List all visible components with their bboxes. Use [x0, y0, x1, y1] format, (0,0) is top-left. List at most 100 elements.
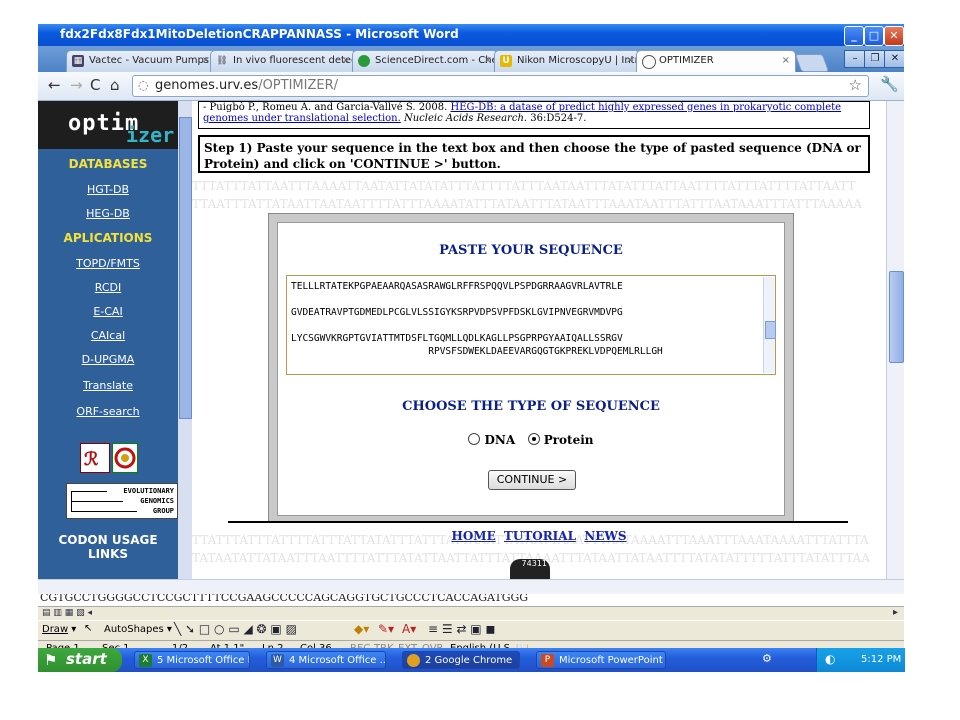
task-powerpoint[interactable]: P Microsoft PowerPoint ... [536, 651, 666, 669]
select-arrow-icon[interactable]: ↖ [84, 623, 92, 634]
draw-menu[interactable]: Draw ▾ [42, 624, 76, 635]
maximize-button[interactable]: □ [864, 26, 884, 46]
tab-strip: ▦ Vactec - Vacuum Pumps × ⛓ In vivo fluo… [38, 46, 904, 72]
chrome-close-button[interactable]: ✕ [884, 50, 904, 68]
sidebar-item-translate[interactable]: Translate [38, 379, 178, 392]
background-pattern: TTTATTTATTAATTTAAAATTAATATTATATATTTATTTT… [192, 179, 856, 193]
tab-in-vivo[interactable]: ⛓ In vivo fluorescent detect × [210, 50, 356, 72]
sidebar-scroll-thumb[interactable] [179, 117, 192, 419]
page-horizontal-scrollbar[interactable] [38, 579, 904, 595]
tab-nikon[interactable]: U Nikon MicroscopyU | Intro × [494, 50, 640, 72]
page-scrollbar[interactable] [886, 101, 904, 579]
sequence-type-options: DNA Protein [278, 433, 784, 447]
sidebar-item-d-upgma[interactable]: D-UPGMA [38, 353, 178, 366]
sidebar-links[interactable]: LINKS [38, 547, 178, 561]
sidebar-item-topd-fmts[interactable]: TOPD/FMTS [38, 257, 178, 270]
task-label: Microsoft PowerPoint ... [559, 655, 666, 666]
fill-color-icon[interactable]: ◆▾ [354, 622, 369, 636]
sidebar-item-heg-db[interactable]: HEG-DB [38, 207, 178, 220]
autoshapes-menu[interactable]: AutoShapes ▾ [104, 624, 172, 635]
evo-logo-line1: EVOLUTIONARY [123, 487, 174, 495]
chrome-window: ▦ Vactec - Vacuum Pumps × ⛓ In vivo fluo… [38, 46, 904, 595]
powerpoint-icon: P [541, 654, 554, 667]
dbb-logo[interactable] [112, 443, 138, 473]
close-tab-icon[interactable]: × [202, 55, 210, 66]
sidebar-codon-usage[interactable]: CODON USAGE [38, 533, 178, 547]
notification-icon[interactable]: ⚙ [762, 652, 772, 665]
clock: 5:12 PM [861, 654, 902, 665]
sidebar-item-hgt-db[interactable]: HGT-DB [38, 183, 178, 196]
footer-tutorial-link[interactable]: TUTORIAL [504, 529, 576, 543]
svg-text:ℛ: ℛ [84, 449, 99, 470]
sequence-panel-inner: PASTE YOUR SEQUENCE TELLLRTATEKPGPAEAARQ… [277, 222, 785, 516]
globe-icon [358, 55, 370, 67]
shape-tools-icon[interactable]: ╲ ➘ □ ○ ▭ ◢ ❂ ▣ ▨ [174, 622, 297, 636]
protein-radio[interactable] [527, 433, 540, 445]
task-chrome[interactable]: 2 Google Chrome [402, 651, 520, 669]
page-viewport: optim izer DATABASES HGT-DB HEG-DB APLIC… [38, 101, 886, 579]
tab-optimizer[interactable]: OPTIMIZER × [636, 50, 796, 72]
dbb-logo-icon [114, 447, 136, 469]
dna-radio[interactable] [468, 433, 481, 445]
start-button[interactable]: ⚑ start [38, 648, 122, 672]
sidebar-item-rcdi[interactable]: RCDI [38, 281, 178, 294]
footer-home-link[interactable]: HOME [452, 529, 496, 543]
chrome-restore-button[interactable]: ❐ [864, 50, 886, 68]
close-tab-icon[interactable]: × [782, 55, 790, 66]
sidebar-item-e-cai[interactable]: E-CAI [38, 305, 178, 318]
step-instructions: Step 1) Paste your sequence in the text … [198, 135, 870, 173]
start-label: start [66, 650, 107, 668]
windows-flag-icon: ⚑ [44, 651, 58, 669]
close-button[interactable]: ✕ [884, 26, 904, 46]
sidebar-scrollbar[interactable] [178, 101, 192, 579]
task-excel[interactable]: X 5 Microsoft Office E... [134, 651, 250, 669]
view-buttons-icon[interactable]: ▤ ▥ ▦ ▧ ◂ [42, 608, 92, 618]
word-horizontal-scrollbar[interactable]: ▤ ▥ ▦ ▧ ◂ ▸ [38, 606, 904, 621]
close-tab-icon[interactable]: × [342, 55, 350, 66]
task-label: 4 Microsoft Office ... [289, 655, 386, 666]
visit-counter: 74311 [510, 559, 550, 579]
home-icon[interactable]: ⌂ [110, 76, 120, 94]
reference-box: - Puigbò P., Romeu A. and Garcia-Vallvé … [198, 101, 870, 129]
page-scroll-thumb[interactable] [889, 271, 904, 363]
chrome-icon [407, 654, 420, 667]
scroll-right-icon[interactable]: ▸ [893, 607, 898, 618]
footer-divider [228, 521, 848, 523]
wrench-icon[interactable]: 🔧 [880, 75, 899, 93]
continue-button[interactable]: CONTINUE > [488, 470, 576, 490]
optimizer-logo: optim izer [38, 101, 178, 149]
sequence-scrollbar[interactable] [763, 277, 776, 373]
address-bar[interactable]: ◌ genomes.urv.es/OPTIMIZER/ ☆ [132, 75, 869, 97]
choose-title: CHOOSE THE TYPE OF SEQUENCE [402, 399, 660, 414]
task-word[interactable]: W 4 Microsoft Office ... [266, 651, 386, 669]
evo-genomics-logo[interactable]: EVOLUTIONARY GENOMICS GROUP [66, 483, 178, 519]
close-tab-icon[interactable]: × [626, 55, 634, 66]
reference-journal: Nucleic Acids Research. [403, 113, 528, 124]
line-color-icon[interactable]: ✎▾ [378, 622, 394, 636]
paste-title: PASTE YOUR SEQUENCE [439, 243, 623, 258]
tab-sciencedirect[interactable]: ScienceDirect.com - Chem × [352, 50, 498, 72]
star-icon[interactable]: ☆ [849, 76, 862, 94]
footer-news-link[interactable]: NEWS [584, 529, 626, 543]
font-color-icon[interactable]: A▾ [402, 622, 416, 636]
word-document-text[interactable]: CGTGCCTGGGGCCTCCGCTTTTCCGAAGCCCCCAGCAGGT… [38, 594, 904, 606]
sidebar-item-orf-search[interactable]: ORF-search [38, 405, 178, 418]
minimize-button[interactable]: _ [844, 26, 864, 46]
reload-icon[interactable]: C [90, 76, 100, 94]
sequence-textarea[interactable]: TELLLRTATEKPGPAEAARQASASRAWGLRFFRSPQQVLP… [286, 275, 776, 375]
volume-icon[interactable]: ◐ [825, 652, 835, 666]
forward-icon[interactable]: → [70, 76, 83, 94]
line-style-icons[interactable]: ≡ ☰ ⇄ ▣ ◼ [428, 622, 495, 636]
tab-vactec[interactable]: ▦ Vactec - Vacuum Pumps × [66, 50, 216, 72]
lab-logo[interactable]: ℛ [80, 443, 110, 473]
back-icon[interactable]: ← [48, 76, 61, 94]
sidebar-item-caical[interactable]: CAIcal [38, 329, 178, 342]
task-label: 2 Google Chrome [425, 655, 513, 666]
sequence-text: TELLLRTATEKPGPAEAARQASASRAWGLRFFRSPQQVLP… [291, 281, 663, 357]
close-tab-icon[interactable]: × [484, 55, 492, 66]
new-tab-button[interactable] [794, 54, 830, 72]
tab-label: OPTIMIZER [659, 55, 714, 66]
chrome-minimize-button[interactable]: – [844, 50, 866, 68]
sequence-scroll-thumb[interactable] [765, 321, 776, 339]
document-sequence: CGTGCCTGGGGCCTCCGCTTTTCCGAAGCCCCCAGCAGGT… [40, 594, 529, 604]
